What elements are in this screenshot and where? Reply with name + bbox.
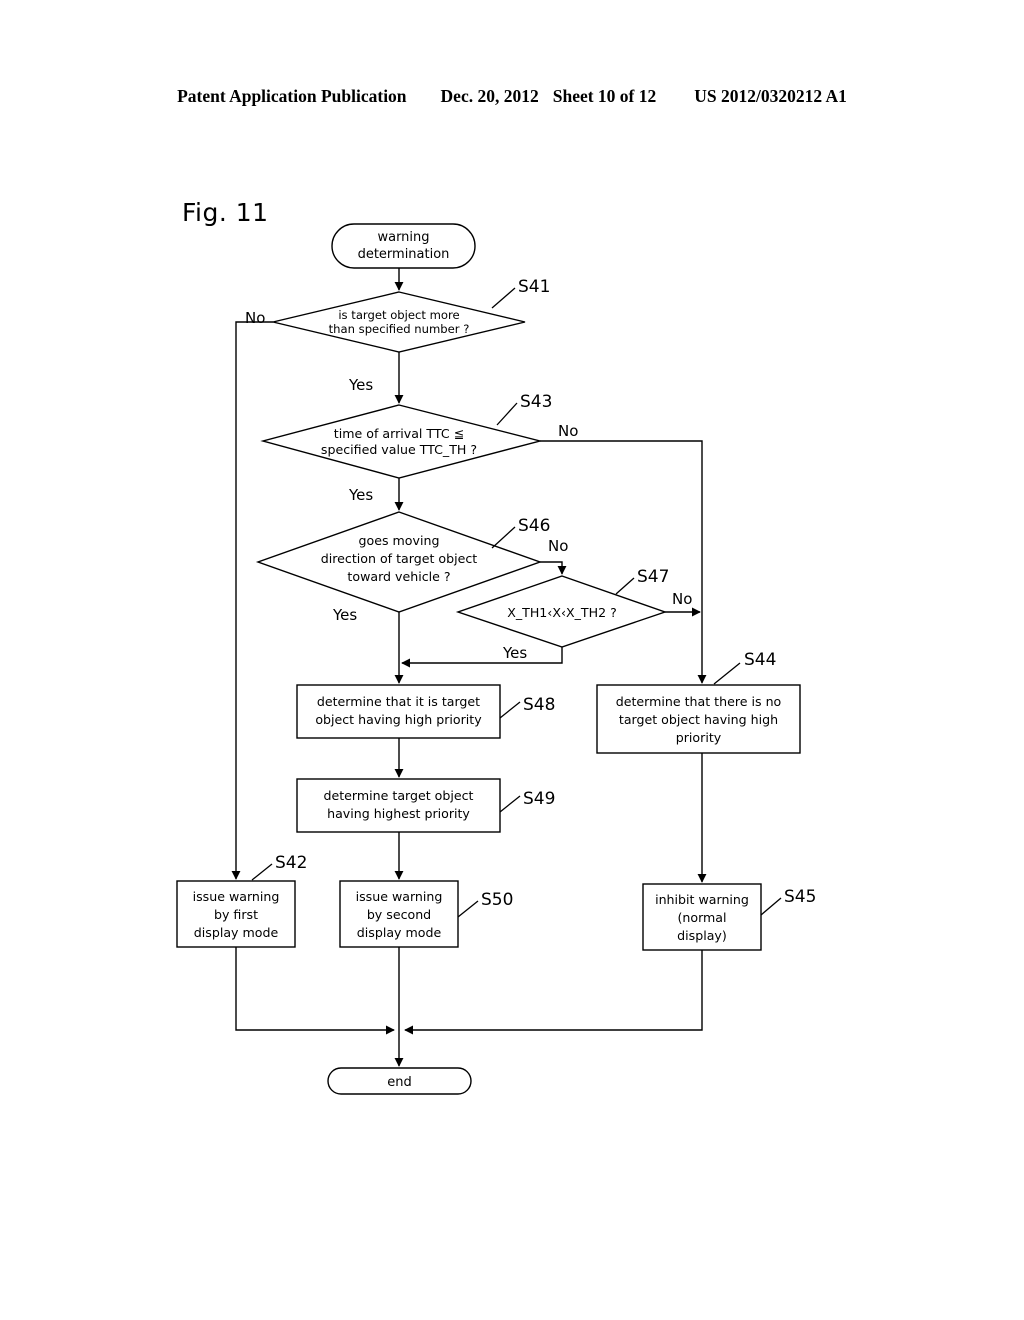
process-s50-line3: display mode xyxy=(357,925,442,940)
leader-s42 xyxy=(251,863,273,881)
connector-s41-no-to-s42 xyxy=(231,321,273,880)
branch-label-s43-yes: Yes xyxy=(348,486,373,504)
leader-s46 xyxy=(491,526,516,549)
process-s45-line2: (normal xyxy=(677,910,726,925)
end-terminator: end xyxy=(327,1067,472,1095)
step-label-s44: S44 xyxy=(744,650,776,670)
step-label-s41: S41 xyxy=(518,277,550,297)
process-s49-line1: determine target object xyxy=(324,788,474,803)
process-s49: determine target object having highest p… xyxy=(296,778,501,833)
process-s44: determine that there is no target object… xyxy=(596,684,801,754)
process-s42-line3: display mode xyxy=(194,925,279,940)
process-s42: issue warning by first display mode xyxy=(176,880,296,948)
step-label-s45: S45 xyxy=(784,887,816,907)
process-s48-line1: determine that it is target xyxy=(317,694,480,709)
start-terminator-line1: warning xyxy=(377,230,429,245)
step-label-s50: S50 xyxy=(481,890,513,910)
decision-s47-line1: X_TH1‹X‹X_TH2 ? xyxy=(507,605,617,620)
leader-s48 xyxy=(499,701,521,719)
patent-page: Patent Application Publication Dec. 20, 2… xyxy=(0,0,1024,1320)
decision-s46-line1: goes moving xyxy=(359,533,440,548)
process-s45-line1: inhibit warning xyxy=(655,892,749,907)
branch-label-s47-no: No xyxy=(672,590,692,608)
decision-s43: time of arrival TTC ≦ specified value TT… xyxy=(260,404,543,479)
step-label-s48: S48 xyxy=(523,695,555,715)
decision-s43-line2: specified value TTC_TH ? xyxy=(321,442,477,457)
decision-s46-line3: toward vehicle ? xyxy=(347,569,450,584)
branch-label-s46-no: No xyxy=(548,537,568,555)
leader-s44 xyxy=(713,662,741,685)
process-s48: determine that it is target object havin… xyxy=(296,684,501,739)
process-s50: issue warning by second display mode xyxy=(339,880,459,948)
step-label-s47: S47 xyxy=(637,567,669,587)
decision-s41: is target object more than specified num… xyxy=(272,291,526,353)
leader-s43 xyxy=(496,402,518,426)
process-s50-line2: by second xyxy=(367,907,431,922)
process-s44-line1: determine that there is no xyxy=(616,694,782,709)
process-s45-line3: display) xyxy=(677,928,727,943)
decision-s43-line1: time of arrival TTC ≦ xyxy=(334,426,464,441)
step-label-s46: S46 xyxy=(518,516,550,536)
end-terminator-label: end xyxy=(387,1075,412,1090)
leader-s50 xyxy=(457,900,479,918)
connector-s45-to-merge xyxy=(404,950,703,1035)
leader-s45 xyxy=(760,897,782,916)
step-label-s42: S42 xyxy=(275,853,307,873)
process-s44-line3: priority xyxy=(676,730,722,745)
connector-s47-yes-to-trunk xyxy=(401,647,563,668)
start-terminator-line2: determination xyxy=(358,247,450,262)
start-terminator: warning determination xyxy=(331,223,476,269)
decision-s46-line2: direction of target object xyxy=(321,551,477,566)
connector-s42-to-merge xyxy=(235,947,395,1035)
decision-s41-line2: than specified number ? xyxy=(329,322,470,336)
branch-label-s46-yes: Yes xyxy=(332,606,357,624)
flowchart-diagram: warning determination is target object m… xyxy=(176,223,816,1095)
connector-s46-no-to-s47 xyxy=(540,561,567,575)
process-s44-line2: target object having high xyxy=(619,712,778,727)
leader-s49 xyxy=(499,795,521,813)
step-label-s43: S43 xyxy=(520,392,552,412)
process-s42-line1: issue warning xyxy=(193,889,280,904)
branch-label-s41-yes: Yes xyxy=(348,376,373,394)
branch-label-s41-no: No xyxy=(245,309,265,327)
step-label-s49: S49 xyxy=(523,789,555,809)
leader-s41 xyxy=(491,287,516,309)
decision-s47: X_TH1‹X‹X_TH2 ? xyxy=(455,575,668,648)
decision-s41-line1: is target object more xyxy=(338,308,459,322)
process-s45: inhibit warning (normal display) xyxy=(642,883,762,951)
decision-s46: goes moving direction of target object t… xyxy=(255,511,543,613)
process-s50-line1: issue warning xyxy=(356,889,443,904)
branch-label-s43-no: No xyxy=(558,422,578,440)
branch-label-s47-yes: Yes xyxy=(502,644,527,662)
leader-s47 xyxy=(615,577,635,595)
process-s48-line2: object having high priority xyxy=(315,712,482,727)
process-s49-line2: having highest priority xyxy=(327,806,470,821)
process-s42-line2: by first xyxy=(214,907,258,922)
